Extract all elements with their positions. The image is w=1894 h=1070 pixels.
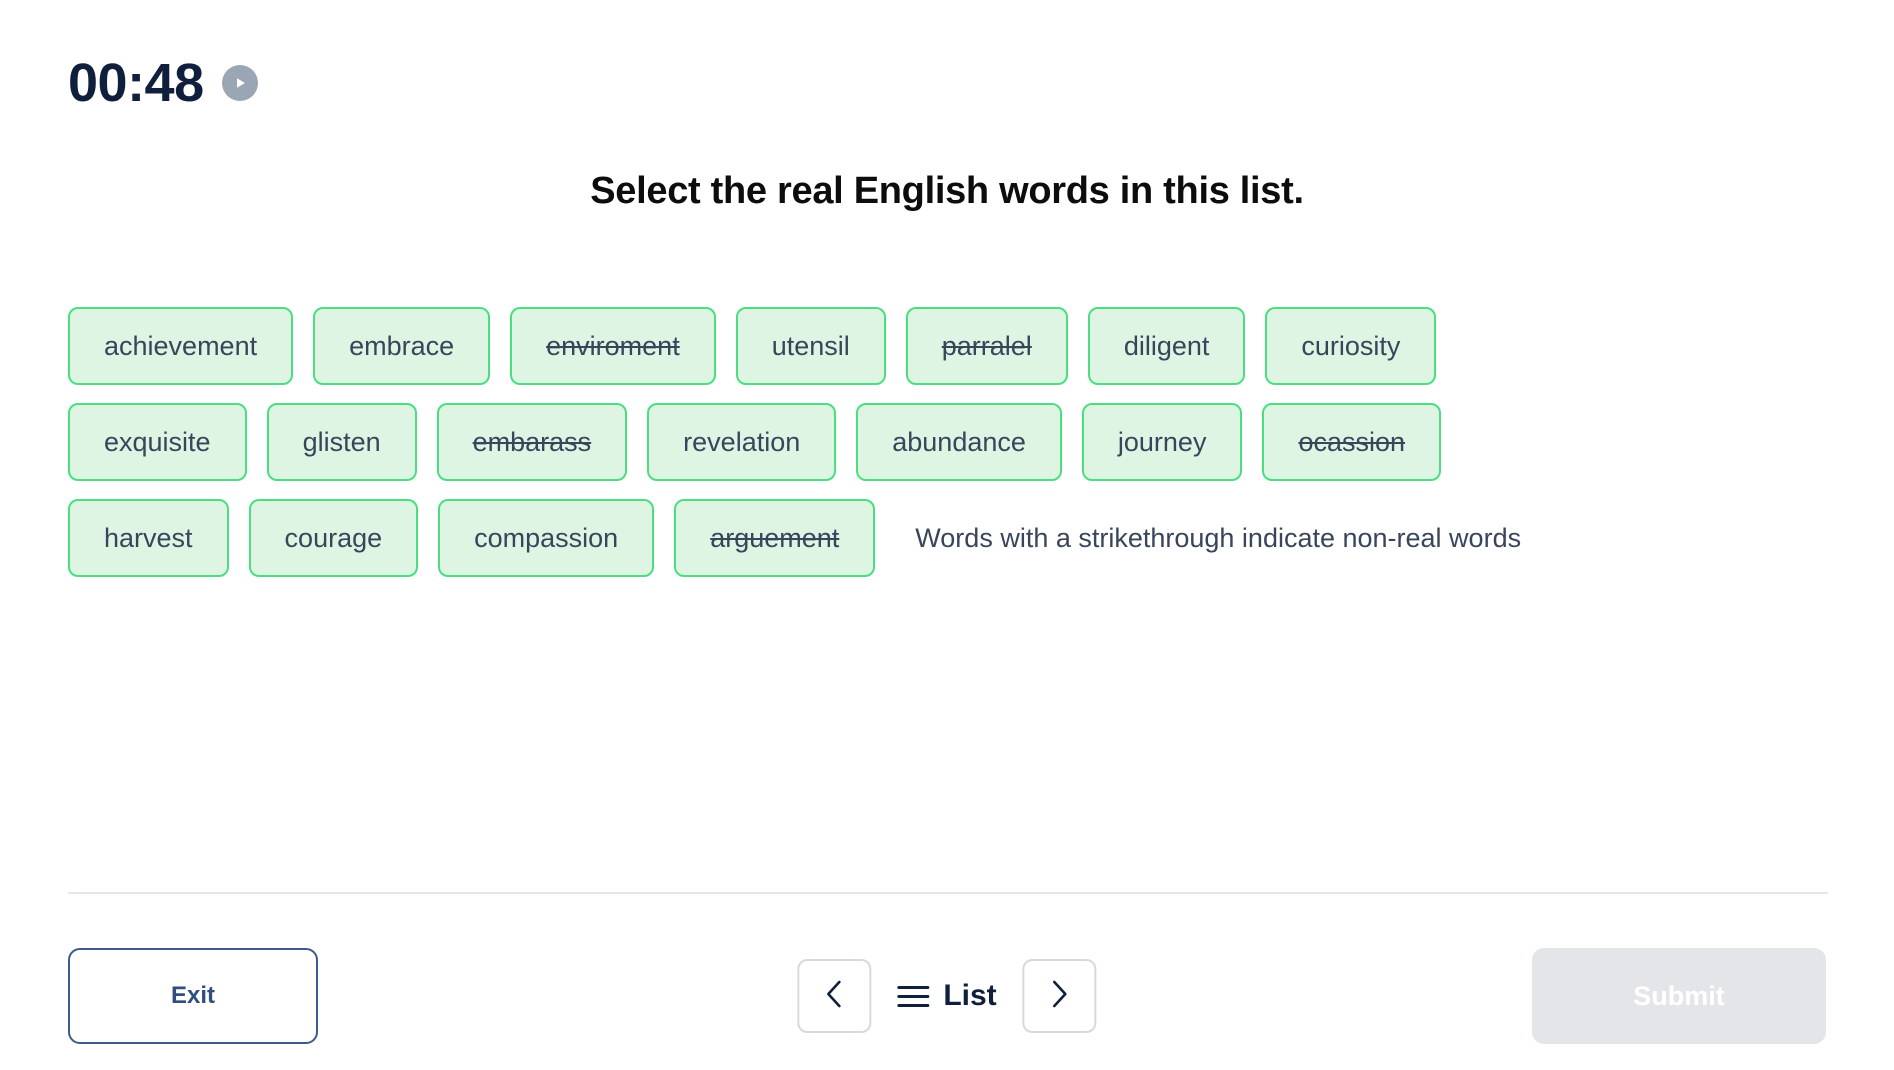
navigation-controls: List — [797, 948, 1097, 1044]
word-row: achievement embrace enviroment utensil parra… — [68, 307, 1838, 385]
word-chip[interactable]: curiosity — [1265, 307, 1437, 385]
timer: 00:48 — [68, 56, 258, 110]
word-chip[interactable]: utensil — [735, 307, 886, 385]
word-chip[interactable]: embarass — [436, 403, 628, 481]
word-chip-grid: achievement embrace enviroment utensil parra… — [68, 307, 1838, 595]
exit-button[interactable]: Exit — [68, 948, 318, 1044]
word-chip[interactable]: revelation — [647, 403, 837, 481]
strikethrough-hint: Words with a strikethrough indicate non-… — [915, 522, 1522, 553]
next-button[interactable] — [1022, 959, 1097, 1033]
word-chip[interactable]: exquisite — [68, 403, 247, 481]
word-chip[interactable]: compassion — [438, 499, 655, 577]
word-chip[interactable]: arguement — [674, 499, 876, 577]
word-row: harvest courage compassion arguement Words … — [68, 499, 1838, 577]
word-chip[interactable]: journey — [1081, 403, 1243, 481]
word-chip[interactable]: glisten — [266, 403, 417, 481]
play-circle-icon[interactable] — [221, 65, 258, 101]
timer-value: 00:48 — [68, 53, 204, 113]
list-button[interactable]: List — [897, 979, 997, 1013]
chevron-right-icon — [1049, 978, 1071, 1015]
list-button-label: List — [943, 979, 997, 1012]
word-chip[interactable]: abundance — [856, 403, 1062, 481]
word-chip[interactable]: courage — [248, 499, 419, 577]
word-chip[interactable]: achievement — [68, 307, 294, 385]
footer-bar: Exit List Submit — [0, 948, 1894, 1048]
hamburger-icon — [897, 985, 930, 1007]
word-chip[interactable]: diligent — [1087, 307, 1246, 385]
chevron-left-icon — [823, 978, 845, 1015]
word-chip[interactable]: harvest — [68, 499, 229, 577]
word-chip[interactable]: embrace — [313, 307, 491, 385]
word-chip[interactable]: ocassion — [1262, 403, 1442, 481]
word-chip[interactable]: enviroment — [510, 307, 716, 385]
footer-divider — [68, 892, 1828, 894]
word-row: exquisite glisten embarass revelation abunda… — [68, 403, 1838, 481]
lexercise-word-select-screen: 00:48 Select the real English words in t… — [0, 0, 1894, 1070]
word-chip[interactable]: parralel — [905, 307, 1068, 385]
previous-button[interactable] — [797, 959, 872, 1033]
submit-button[interactable]: Submit — [1532, 948, 1826, 1044]
page-title: Select the real English words in this li… — [590, 170, 1304, 212]
